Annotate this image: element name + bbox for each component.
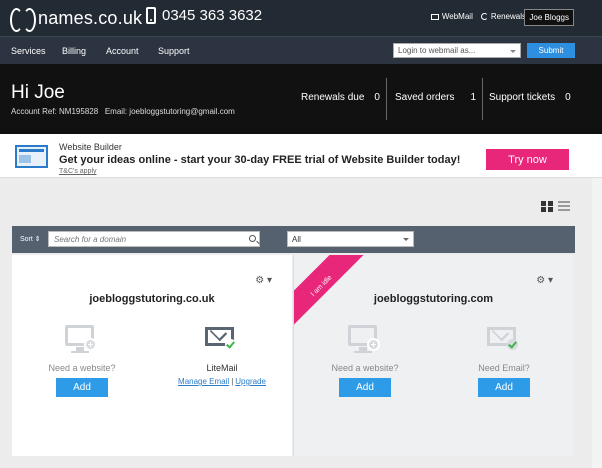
stat-label: Saved orders bbox=[395, 92, 455, 103]
domain-search-input[interactable] bbox=[48, 231, 260, 247]
mail-icon bbox=[430, 13, 439, 20]
stat-renewals-due[interactable]: Renewals due 0 bbox=[301, 92, 380, 103]
website-builder-icon bbox=[15, 145, 48, 168]
phone-number: 0345 363 3632 bbox=[146, 7, 262, 24]
domain-filter-bar: Sort ⇕ All bbox=[12, 226, 575, 253]
webmail-login-select[interactable]: Login to webmail as... bbox=[393, 43, 521, 58]
add-website-button[interactable]: Add bbox=[339, 378, 391, 397]
webmail-login-placeholder: Login to webmail as... bbox=[398, 46, 476, 55]
website-service-label: Need a website? bbox=[331, 363, 399, 373]
user-account-button[interactable]: Joe Bloggs bbox=[524, 9, 574, 26]
domain-card: ⚙ ▾ joebloggstutoring.co.uk Need a websi… bbox=[12, 255, 292, 456]
chevron-down-icon bbox=[510, 50, 516, 53]
account-email: Email: joebloggstutoring@gmail.com bbox=[104, 107, 235, 116]
renewals-link-label: Renewals bbox=[490, 12, 526, 21]
sort-button[interactable]: Sort ⇕ bbox=[20, 235, 41, 243]
link-separator: | bbox=[231, 377, 234, 386]
email-service: Need Email? Add bbox=[449, 323, 559, 397]
promo-title: Website Builder bbox=[59, 142, 122, 152]
webmail-submit-button[interactable]: Submit bbox=[527, 43, 575, 58]
list-view-icon[interactable] bbox=[558, 201, 570, 212]
webmail-link-label: WebMail bbox=[441, 12, 473, 21]
gear-icon[interactable]: ⚙ ▾ bbox=[255, 275, 272, 286]
greeting-title: Hi Joe bbox=[11, 82, 65, 103]
email-service-label: Need Email? bbox=[478, 363, 530, 373]
manage-email-link[interactable]: Manage Email bbox=[178, 377, 229, 386]
chevron-down-icon bbox=[403, 238, 409, 241]
email-active-icon bbox=[204, 323, 240, 357]
stat-label: Renewals due bbox=[301, 92, 365, 103]
phone-text: 0345 363 3632 bbox=[162, 7, 263, 24]
check-icon bbox=[225, 339, 236, 350]
monitor-add-icon bbox=[347, 323, 383, 357]
logo-text: names.co.uk bbox=[38, 7, 143, 28]
website-service-label: Need a website? bbox=[48, 363, 116, 373]
upgrade-link[interactable]: Upgrade bbox=[235, 377, 266, 386]
add-website-button[interactable]: Add bbox=[56, 378, 108, 397]
domain-filter-select[interactable]: All bbox=[287, 231, 414, 247]
account-ref: Account Ref: NM195828 bbox=[11, 107, 99, 116]
renewals-link[interactable]: Renewals bbox=[480, 12, 526, 21]
domain-card-idle: I am idle ⚙ ▾ joebloggstutoring.com Need… bbox=[293, 255, 573, 456]
stat-saved-orders[interactable]: Saved orders 1 bbox=[395, 92, 476, 103]
email-service-label: LiteMail bbox=[206, 363, 238, 373]
plus-icon bbox=[507, 339, 518, 350]
search-icon[interactable] bbox=[249, 235, 256, 242]
email-service: LiteMail Manage Email | Upgrade bbox=[167, 323, 277, 386]
page-scrollbar[interactable] bbox=[592, 178, 602, 468]
account-details: Account Ref: NM195828 Email: joebloggstu… bbox=[11, 107, 235, 116]
stat-value: 0 bbox=[374, 92, 380, 103]
grid-view-icon[interactable] bbox=[541, 201, 553, 212]
domain-name: joebloggstutoring.com bbox=[373, 293, 494, 305]
stat-divider bbox=[386, 78, 387, 120]
add-email-button[interactable]: Add bbox=[478, 378, 530, 397]
promo-text: Get your ideas online - start your 30-da… bbox=[59, 154, 461, 166]
email-add-icon bbox=[486, 323, 522, 357]
website-service: Need a website? Add bbox=[27, 323, 137, 397]
nav-item-billing[interactable]: Billing bbox=[62, 46, 86, 56]
stat-label: Support tickets bbox=[489, 92, 556, 103]
refresh-icon bbox=[480, 13, 488, 20]
stat-support-tickets[interactable]: Support tickets 0 bbox=[489, 92, 571, 103]
stat-value: 1 bbox=[470, 92, 477, 103]
phone-icon bbox=[146, 7, 156, 24]
logo-brackets-icon bbox=[10, 8, 36, 32]
top-links: WebMail Renewals bbox=[430, 12, 526, 21]
main-nav: Services Billing Account Support Login t… bbox=[0, 36, 602, 64]
domain-filter-value: All bbox=[292, 235, 301, 244]
stat-value: 0 bbox=[565, 92, 571, 103]
stat-divider bbox=[482, 78, 483, 120]
account-summary: Hi Joe Account Ref: NM195828 Email: joeb… bbox=[0, 64, 602, 134]
nav-item-services[interactable]: Services bbox=[11, 46, 46, 56]
nav-item-account[interactable]: Account bbox=[106, 46, 139, 56]
monitor-add-icon bbox=[64, 323, 100, 357]
email-links: Manage Email | Upgrade bbox=[167, 377, 277, 386]
nav-item-support[interactable]: Support bbox=[158, 46, 190, 56]
idle-ribbon: I am idle bbox=[294, 255, 365, 329]
domain-name: joebloggstutoring.co.uk bbox=[89, 293, 215, 305]
website-service: Need a website? Add bbox=[310, 323, 420, 397]
webmail-link[interactable]: WebMail bbox=[430, 12, 473, 21]
promo-terms-link[interactable]: T&C's apply bbox=[59, 168, 97, 175]
site-logo[interactable]: names.co.uk bbox=[10, 6, 143, 32]
top-header: names.co.uk 0345 363 3632 WebMail Renewa… bbox=[0, 0, 602, 36]
gear-icon[interactable]: ⚙ ▾ bbox=[536, 275, 553, 286]
website-builder-promo: Website Builder Get your ideas online - … bbox=[0, 134, 602, 178]
try-now-button[interactable]: Try now bbox=[486, 149, 569, 170]
